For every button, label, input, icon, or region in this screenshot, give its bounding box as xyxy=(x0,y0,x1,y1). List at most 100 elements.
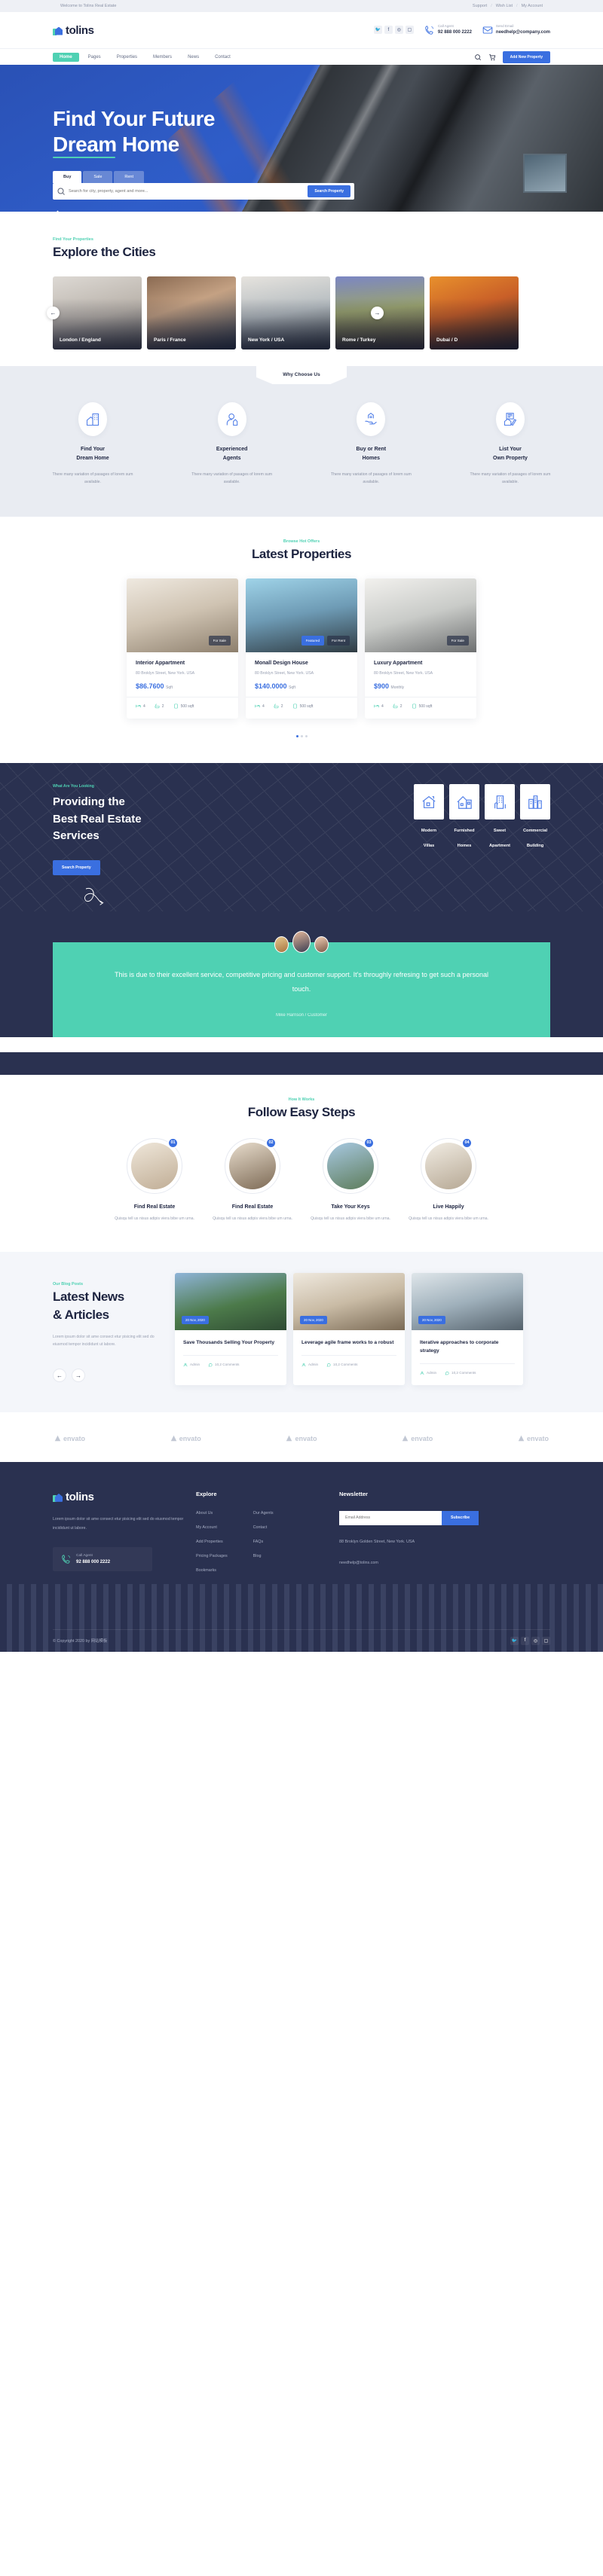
why-card[interactable]: Experienced Agents There many variation … xyxy=(191,402,274,487)
search-property-button[interactable]: Search Property xyxy=(308,185,350,198)
news-prev-arrow-icon[interactable]: ← xyxy=(53,1369,66,1383)
call-agent-block[interactable]: Call Agent 92 888 000 2222 xyxy=(424,24,472,36)
send-email-block[interactable]: Send Email needhelp@company.com xyxy=(482,24,550,36)
service-card[interactable]: Modern Villas xyxy=(414,784,444,911)
city-card[interactable]: Paris / France xyxy=(147,276,236,349)
service-label-l1: Modern xyxy=(421,829,437,834)
property-price: $900 Monthly xyxy=(374,682,467,690)
tab-sale[interactable]: Sale xyxy=(83,171,113,184)
dribbble-icon[interactable]: ◎ xyxy=(394,26,403,35)
why-card-desc: There many variation of pasages of lorem… xyxy=(330,472,412,485)
facebook-icon[interactable]: f xyxy=(384,26,393,35)
why-card[interactable]: Buy or Rent Homes There many variation o… xyxy=(329,402,412,487)
footer-link[interactable]: Contact xyxy=(253,1525,274,1530)
cities-section: Find Your Properties Explore the Cities … xyxy=(0,212,603,366)
main-nav: Home Pages Properties Members News Conta… xyxy=(0,48,603,65)
footer-link[interactable]: My Account xyxy=(196,1525,228,1530)
news-card[interactable]: 20 Nov, 2020 Save Thousands Selling Your… xyxy=(175,1272,286,1385)
footer-link[interactable]: Pricing Packages xyxy=(196,1554,228,1558)
news-date: 20 Nov, 2020 xyxy=(418,1315,445,1324)
carousel-dot-2[interactable] xyxy=(300,735,303,738)
carousel-dot-1[interactable] xyxy=(295,735,298,738)
property-meta: 4 2 500 sqft xyxy=(127,697,238,719)
step-item[interactable]: 01 Find Real Estate Quisqu tell us nisus… xyxy=(114,1137,195,1223)
news-eyebrow: Our Blog Posts xyxy=(53,1281,84,1286)
city-card[interactable]: New York / USA xyxy=(241,276,330,349)
cart-icon[interactable] xyxy=(488,53,496,61)
step-item[interactable]: 04 Live Happily Quisqu tell us nisus adi… xyxy=(408,1137,489,1223)
twitter-icon[interactable]: 🐦 xyxy=(510,1636,519,1645)
why-choose-us-section: Why Choose Us Find Your Dream Home There… xyxy=(0,366,603,517)
news-comments: 10,2 Comments xyxy=(208,1363,239,1367)
footer-call-agent[interactable]: Call Agent 92 888 000 2222 xyxy=(53,1546,152,1571)
service-card[interactable]: Sweet Apartment xyxy=(485,784,515,911)
partner-logo[interactable]: envato xyxy=(402,1435,433,1442)
tab-buy[interactable]: Buy xyxy=(53,171,82,184)
news-next-arrow-icon[interactable]: → xyxy=(72,1369,85,1383)
step-image xyxy=(327,1142,374,1189)
avatar[interactable] xyxy=(274,935,289,953)
topbar-link-account[interactable]: My Account xyxy=(522,4,543,8)
footer-link[interactable]: FAQs xyxy=(253,1540,274,1544)
service-card[interactable]: Commercial Building xyxy=(520,784,550,911)
nav-item-properties[interactable]: Properties xyxy=(110,53,144,62)
partner-logo[interactable]: envato xyxy=(286,1435,317,1442)
footer-link[interactable]: Blog xyxy=(253,1554,274,1558)
nav-item-home[interactable]: Home xyxy=(53,52,79,62)
property-card[interactable]: Featured For Rent Monall Design House 80… xyxy=(246,578,357,719)
service-label-l2: Villas xyxy=(423,844,435,849)
search-icon[interactable] xyxy=(474,53,482,61)
footer-link[interactable]: Add Properties xyxy=(196,1540,228,1544)
nav-item-news[interactable]: News xyxy=(181,53,206,62)
services-search-button[interactable]: Search Property xyxy=(53,859,100,875)
footer-link[interactable]: Bookmarks xyxy=(196,1568,228,1573)
footer-logo[interactable]: tolins xyxy=(53,1491,196,1503)
subscribe-button[interactable]: Subscribe xyxy=(442,1510,479,1525)
instagram-icon[interactable]: ▢ xyxy=(405,26,414,35)
footer-call-label: Call Agent xyxy=(76,1553,93,1558)
dribbble-icon[interactable]: ◎ xyxy=(531,1636,540,1645)
twitter-icon[interactable]: 🐦 xyxy=(373,26,382,35)
facebook-icon[interactable]: f xyxy=(521,1636,529,1645)
instagram-icon[interactable]: ▢ xyxy=(542,1636,550,1645)
why-card-title-l2: Own Property xyxy=(493,456,528,462)
partner-logo[interactable]: envato xyxy=(518,1435,549,1442)
why-card[interactable]: List Your Own Property There many variat… xyxy=(469,402,552,487)
partner-name: envato xyxy=(411,1434,433,1442)
step-item[interactable]: 02 Find Real Estate Quisqu tell us nisus… xyxy=(212,1137,293,1223)
news-comments: 10,2 Comments xyxy=(326,1363,357,1367)
partner-logo[interactable]: envato xyxy=(54,1435,85,1442)
tab-rent[interactable]: Rent xyxy=(114,171,145,184)
footer-link[interactable]: About Us xyxy=(196,1511,228,1515)
city-card[interactable]: Dubai / D xyxy=(430,276,519,349)
avatar[interactable] xyxy=(314,935,329,953)
hero-content: Find Your Future Dream Home Buy Sale Ren… xyxy=(0,65,603,212)
service-card[interactable]: Furnished Homes xyxy=(449,784,479,911)
avatar[interactable] xyxy=(292,930,311,953)
carousel-next-arrow-icon[interactable]: → xyxy=(371,307,384,319)
carousel-prev-arrow-icon[interactable]: ← xyxy=(47,307,60,319)
property-card[interactable]: For Sale Luxury Appartment 80 Broklyn St… xyxy=(365,578,476,719)
nav-item-members[interactable]: Members xyxy=(146,53,179,62)
footer-address: 88 Broklyn Golden Street, New York. USA xyxy=(339,1539,415,1544)
why-card[interactable]: Find Your Dream Home There many variatio… xyxy=(51,402,134,487)
hero-search-input[interactable] xyxy=(66,189,308,194)
step-item[interactable]: 03 Take Your Keys Quisqu tell us nisus a… xyxy=(310,1137,391,1223)
newsletter-email-input[interactable] xyxy=(339,1510,442,1525)
topbar-link-support[interactable]: Support xyxy=(473,4,487,8)
logo[interactable]: tolins xyxy=(53,24,94,37)
property-card[interactable]: For Sale Interior Appartment 80 Broklyn … xyxy=(127,578,238,719)
carousel-dot-3[interactable] xyxy=(305,735,308,738)
city-card[interactable]: London / England xyxy=(53,276,142,349)
news-card[interactable]: 20 Nov, 2020 Leverage agile frame works … xyxy=(293,1272,405,1385)
topbar-link-wishlist[interactable]: Wish List xyxy=(496,4,513,8)
footer-email[interactable]: needhelp@tolins.com xyxy=(339,1558,550,1567)
add-new-property-button[interactable]: Add New Property xyxy=(502,50,550,63)
property-price-value: $140.0000 xyxy=(255,682,287,691)
nav-item-pages[interactable]: Pages xyxy=(81,53,108,62)
property-status-tag: For Sale xyxy=(208,636,231,646)
footer-link[interactable]: Our Agents xyxy=(253,1511,274,1515)
nav-item-contact[interactable]: Contact xyxy=(208,53,237,62)
news-card[interactable]: 20 Nov, 2020 Iterative approaches to cor… xyxy=(412,1272,523,1385)
partner-logo[interactable]: envato xyxy=(170,1435,201,1442)
